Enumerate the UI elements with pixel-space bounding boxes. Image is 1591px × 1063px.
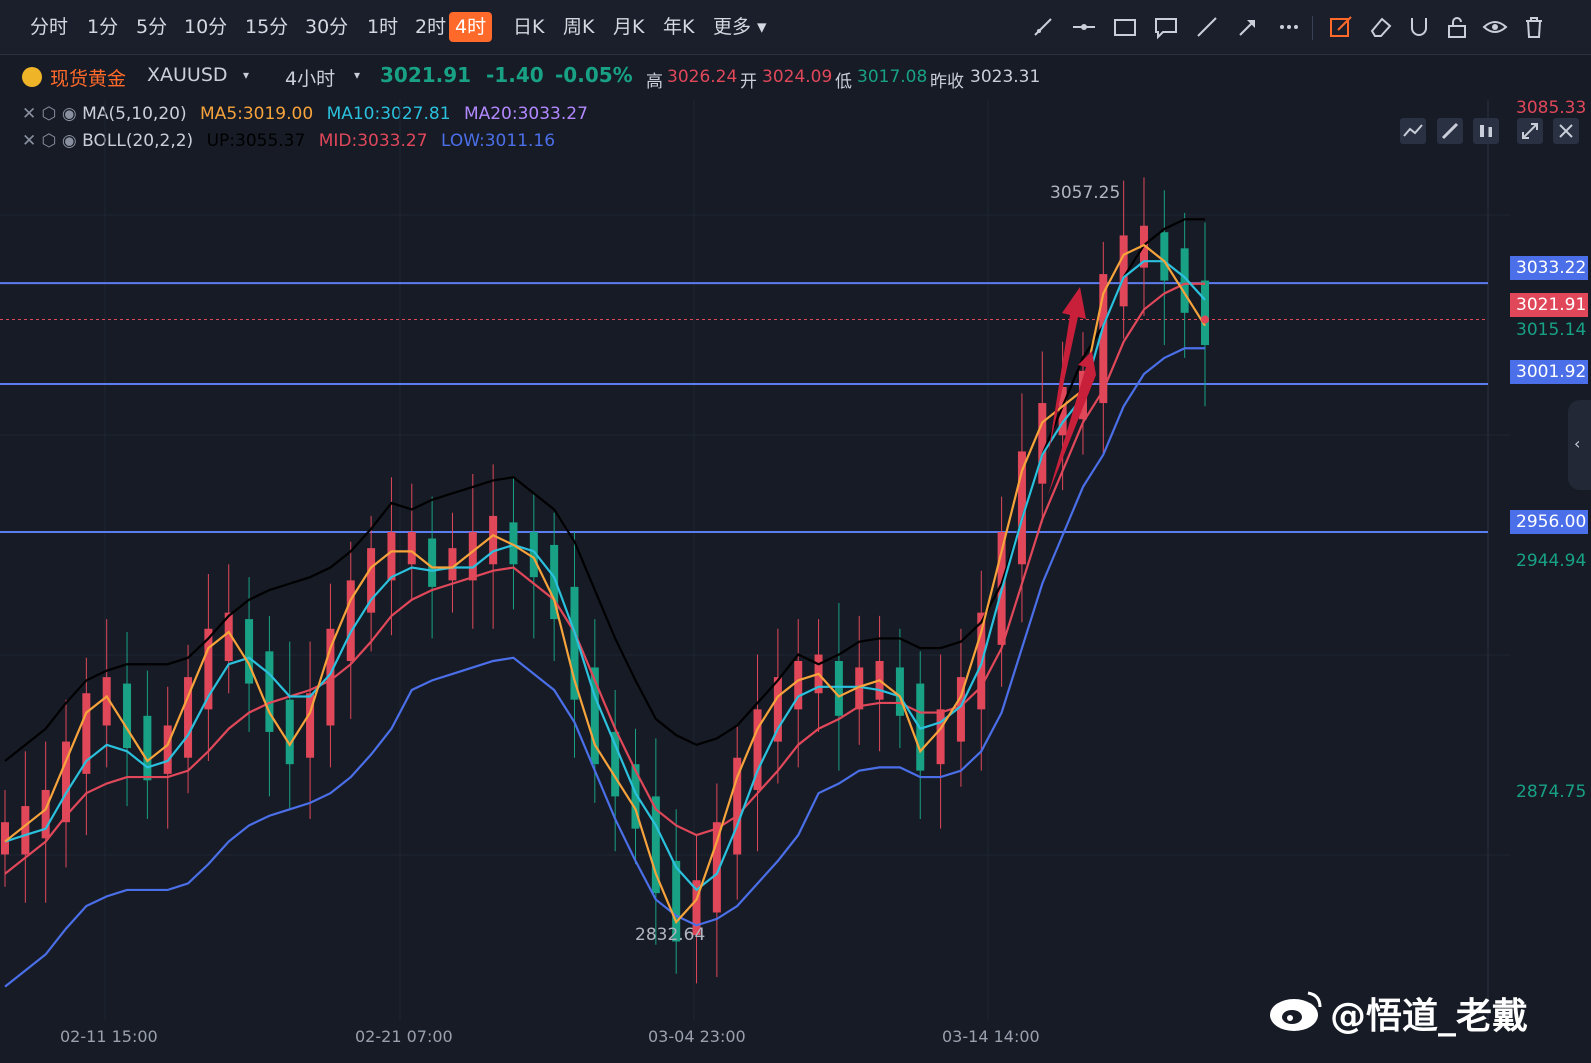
rectangle-tool-icon[interactable] xyxy=(1112,14,1138,40)
current-price-dot xyxy=(1201,315,1209,324)
comment-tool-icon[interactable] xyxy=(1153,14,1179,40)
x-tick-label: 02-11 15:00 xyxy=(60,1027,158,1046)
hline-tag-3001[interactable]: 3001.92 xyxy=(1510,360,1588,384)
visibility-eye-icon[interactable] xyxy=(1482,14,1508,40)
timeframe-5[interactable]: 30分 xyxy=(299,12,354,42)
chevron-left-icon: ‹ xyxy=(1574,434,1581,453)
timeframe-10[interactable]: 周K xyxy=(557,12,600,42)
candle-body xyxy=(346,580,355,661)
hline-tag-3033[interactable]: 3033.22 xyxy=(1510,256,1588,280)
magnet-icon[interactable] xyxy=(1406,14,1432,40)
timeframe-0[interactable]: 分时 xyxy=(24,12,74,42)
timeframe-12[interactable]: 年K xyxy=(657,12,700,42)
candle-body xyxy=(428,538,437,587)
ma5-line xyxy=(4,243,1206,925)
timeframe-1[interactable]: 1分 xyxy=(81,12,124,42)
candle-body xyxy=(387,532,396,581)
high-annotation: 3057.25 xyxy=(1050,183,1120,203)
candlestick-chart[interactable]: 3057.25 2832.64 02-11 15:00 02-21 07:00 03-0… xyxy=(0,55,1591,1063)
low-annotation: 2832.64 xyxy=(635,925,705,945)
price-axis-label: 2944.94 xyxy=(1516,551,1587,571)
candle-body xyxy=(285,699,294,765)
arrow-tool-icon[interactable] xyxy=(1235,14,1261,40)
candle-body xyxy=(41,789,50,839)
timeframe-11[interactable]: 月K xyxy=(607,12,650,42)
trash-icon[interactable] xyxy=(1521,14,1547,40)
trendline-tool-icon[interactable] xyxy=(1030,14,1056,40)
x-tick-label: 02-21 07:00 xyxy=(355,1027,453,1046)
edit-icon[interactable] xyxy=(1328,14,1354,40)
timeframe-6[interactable]: 1时 xyxy=(361,12,404,42)
x-tick-label: 03-04 23:00 xyxy=(648,1027,746,1046)
x-tick-label: 03-14 14:00 xyxy=(942,1027,1040,1046)
timeframe-9[interactable]: 日K xyxy=(507,12,550,42)
candle-body xyxy=(1160,232,1169,281)
candle-body xyxy=(1201,280,1209,346)
ma20-line xyxy=(4,282,1205,875)
timeframe-7[interactable]: 2时 xyxy=(409,12,452,42)
ray-tool-icon[interactable] xyxy=(1194,14,1220,40)
candle-body xyxy=(123,683,132,749)
candle-body xyxy=(773,677,782,742)
timeframe-8[interactable]: 4时 xyxy=(449,12,493,42)
candle-body xyxy=(265,651,274,732)
price-axis-label: 2874.75 xyxy=(1516,782,1587,802)
timeframe-4[interactable]: 15分 xyxy=(239,12,294,42)
timeframe-toolbar: 分时 1分 5分 10分 15分 30分 1时 2时 4时 日K 周K 月K 年K 更多 ▾ xyxy=(0,0,1591,55)
weibo-logo-icon xyxy=(1270,991,1322,1031)
current-price-tag: 3021.91 xyxy=(1510,293,1588,317)
price-axis-top: 3085.33 xyxy=(1516,98,1587,118)
candle-body xyxy=(21,806,30,855)
candle-body xyxy=(834,661,843,716)
timeframe-13[interactable]: 更多 ▾ xyxy=(707,12,773,42)
candle-body xyxy=(611,731,620,797)
horizontal-line-tool-icon[interactable] xyxy=(1071,14,1097,40)
timeframe-2[interactable]: 5分 xyxy=(130,12,173,42)
eraser-icon[interactable] xyxy=(1368,14,1394,40)
candle-body xyxy=(143,715,152,781)
candle-body xyxy=(407,532,416,565)
boll-lower-line xyxy=(4,347,1205,988)
candle-body xyxy=(1038,403,1047,484)
hline-tag-2956[interactable]: 2956.00 xyxy=(1510,510,1588,534)
watermark-text: @悟道_老戴 xyxy=(1330,996,1529,1037)
candle-body xyxy=(489,515,498,565)
candle-body xyxy=(245,619,254,684)
price-axis-label: 3015.14 xyxy=(1516,320,1587,340)
candle-body xyxy=(895,667,904,716)
candle-body xyxy=(163,725,172,774)
candle-body xyxy=(468,532,477,581)
candle-body xyxy=(936,709,945,765)
lock-icon[interactable] xyxy=(1444,14,1470,40)
timeframe-3[interactable]: 10分 xyxy=(178,12,233,42)
side-panel-toggle[interactable]: ‹ xyxy=(1568,400,1591,490)
watermark: @悟道_老戴 xyxy=(1268,985,1568,1037)
more-tools-icon[interactable] xyxy=(1276,14,1302,40)
toolbar-divider xyxy=(1312,16,1313,40)
